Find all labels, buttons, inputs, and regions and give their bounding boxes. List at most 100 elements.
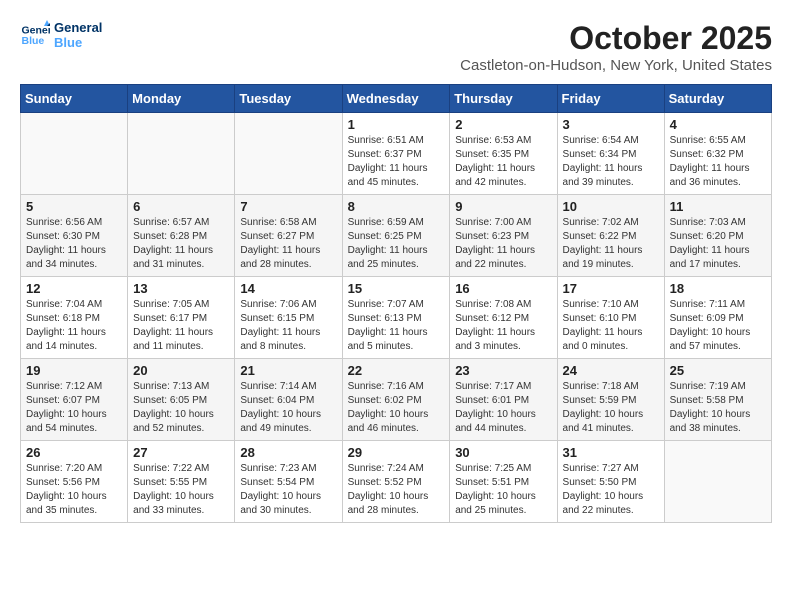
weekday-header-tuesday: Tuesday: [235, 85, 342, 113]
day-info: Sunrise: 7:00 AM Sunset: 6:23 PM Dayligh…: [455, 216, 551, 272]
day-number: 11: [670, 199, 766, 214]
calendar-cell: [235, 113, 342, 195]
calendar-cell: 6 Sunrise: 6:57 AM Sunset: 6:28 PM Daylig…: [128, 195, 235, 277]
logo-icon: General Blue: [20, 20, 50, 50]
calendar-cell: 1Sunrise: 6:51 AM Sunset: 6:37 PM Daylig…: [342, 113, 450, 195]
calendar-cell: 22Sunrise: 7:16 AM Sunset: 6:02 PM Dayli…: [342, 359, 450, 441]
month-title: October 2025: [460, 20, 772, 57]
day-number: 14: [240, 281, 336, 296]
calendar-cell: 14Sunrise: 7:06 AM Sunset: 6:15 PM Dayli…: [235, 277, 342, 359]
day-info: Sunrise: 7:22 AM Sunset: 5:55 PM Dayligh…: [133, 462, 229, 518]
calendar-cell: 23 Sunrise: 7:17 AM Sunset: 6:01 PM Dayli…: [450, 359, 557, 441]
day-info: Sunrise: 6:56 AM Sunset: 6:30 PM Dayligh…: [26, 216, 122, 272]
calendar-cell: 2 Sunrise: 6:53 AM Sunset: 6:35 PM Daylig…: [450, 113, 557, 195]
day-info: Sunrise: 7:11 AM Sunset: 6:09 PM Dayligh…: [670, 298, 766, 354]
day-info: Sunrise: 7:24 AM Sunset: 5:52 PM Dayligh…: [348, 462, 445, 518]
calendar-table: SundayMondayTuesdayWednesdayThursdayFrid…: [20, 84, 772, 523]
calendar-cell: [21, 113, 128, 195]
day-number: 12: [26, 281, 122, 296]
logo-line1: General: [54, 20, 102, 35]
day-info: Sunrise: 7:13 AM Sunset: 6:05 PM Dayligh…: [133, 380, 229, 436]
title-area: October 2025 Castleton-on-Hudson, New Yo…: [460, 20, 772, 74]
weekday-header-saturday: Saturday: [664, 85, 771, 113]
calendar-week-2: 5 Sunrise: 6:56 AM Sunset: 6:30 PM Daylig…: [21, 195, 772, 277]
calendar-cell: 12Sunrise: 7:04 AM Sunset: 6:18 PM Dayli…: [21, 277, 128, 359]
day-number: 25: [670, 363, 766, 378]
calendar-cell: 15Sunrise: 7:07 AM Sunset: 6:13 PM Dayli…: [342, 277, 450, 359]
day-info: Sunrise: 7:19 AM Sunset: 5:58 PM Dayligh…: [670, 380, 766, 436]
day-info: Sunrise: 7:17 AM Sunset: 6:01 PM Dayligh…: [455, 380, 551, 436]
day-number: 29: [348, 445, 445, 460]
day-info: Sunrise: 7:02 AM Sunset: 6:22 PM Dayligh…: [563, 216, 659, 272]
calendar-cell: 26Sunrise: 7:20 AM Sunset: 5:56 PM Dayli…: [21, 441, 128, 523]
day-number: 15: [348, 281, 445, 296]
day-number: 7: [240, 199, 336, 214]
svg-text:Blue: Blue: [22, 35, 45, 47]
day-number: 19: [26, 363, 122, 378]
weekday-header-row: SundayMondayTuesdayWednesdayThursdayFrid…: [21, 85, 772, 113]
calendar-cell: 19Sunrise: 7:12 AM Sunset: 6:07 PM Dayli…: [21, 359, 128, 441]
day-number: 5: [26, 199, 122, 214]
page-header: General Blue General Blue October 2025 C…: [20, 20, 772, 74]
weekday-header-monday: Monday: [128, 85, 235, 113]
calendar-cell: 30Sunrise: 7:25 AM Sunset: 5:51 PM Dayli…: [450, 441, 557, 523]
logo-line2: Blue: [54, 35, 102, 50]
calendar-cell: 9 Sunrise: 7:00 AM Sunset: 6:23 PM Daylig…: [450, 195, 557, 277]
day-info: Sunrise: 6:58 AM Sunset: 6:27 PM Dayligh…: [240, 216, 336, 272]
calendar-cell: 17 Sunrise: 7:10 AM Sunset: 6:10 PM Dayli…: [557, 277, 664, 359]
day-number: 13: [133, 281, 229, 296]
weekday-header-thursday: Thursday: [450, 85, 557, 113]
calendar-cell: 27 Sunrise: 7:22 AM Sunset: 5:55 PM Dayli…: [128, 441, 235, 523]
day-info: Sunrise: 7:20 AM Sunset: 5:56 PM Dayligh…: [26, 462, 122, 518]
day-info: Sunrise: 6:57 AM Sunset: 6:28 PM Dayligh…: [133, 216, 229, 272]
calendar-cell: 8Sunrise: 6:59 AM Sunset: 6:25 PM Daylig…: [342, 195, 450, 277]
calendar-week-1: 1Sunrise: 6:51 AM Sunset: 6:37 PM Daylig…: [21, 113, 772, 195]
day-number: 10: [563, 199, 659, 214]
day-number: 2: [455, 117, 551, 132]
calendar-cell: 3 Sunrise: 6:54 AM Sunset: 6:34 PM Daylig…: [557, 113, 664, 195]
day-info: Sunrise: 7:08 AM Sunset: 6:12 PM Dayligh…: [455, 298, 551, 354]
day-number: 4: [670, 117, 766, 132]
calendar-cell: 4 Sunrise: 6:55 AM Sunset: 6:32 PM Daylig…: [664, 113, 771, 195]
day-number: 1: [348, 117, 445, 132]
calendar-cell: 18Sunrise: 7:11 AM Sunset: 6:09 PM Dayli…: [664, 277, 771, 359]
calendar-week-5: 26Sunrise: 7:20 AM Sunset: 5:56 PM Dayli…: [21, 441, 772, 523]
day-number: 9: [455, 199, 551, 214]
logo: General Blue General Blue: [20, 20, 102, 50]
day-info: Sunrise: 6:59 AM Sunset: 6:25 PM Dayligh…: [348, 216, 445, 272]
day-info: Sunrise: 7:10 AM Sunset: 6:10 PM Dayligh…: [563, 298, 659, 354]
calendar-cell: 31 Sunrise: 7:27 AM Sunset: 5:50 PM Dayli…: [557, 441, 664, 523]
day-info: Sunrise: 6:55 AM Sunset: 6:32 PM Dayligh…: [670, 134, 766, 190]
day-number: 17: [563, 281, 659, 296]
day-number: 20: [133, 363, 229, 378]
calendar-cell: [128, 113, 235, 195]
calendar-cell: 7 Sunrise: 6:58 AM Sunset: 6:27 PM Daylig…: [235, 195, 342, 277]
calendar-cell: 16 Sunrise: 7:08 AM Sunset: 6:12 PM Dayli…: [450, 277, 557, 359]
calendar-cell: 10 Sunrise: 7:02 AM Sunset: 6:22 PM Dayli…: [557, 195, 664, 277]
calendar-cell: 5 Sunrise: 6:56 AM Sunset: 6:30 PM Daylig…: [21, 195, 128, 277]
day-number: 16: [455, 281, 551, 296]
day-number: 23: [455, 363, 551, 378]
day-number: 21: [240, 363, 336, 378]
day-number: 31: [563, 445, 659, 460]
weekday-header-sunday: Sunday: [21, 85, 128, 113]
day-info: Sunrise: 7:23 AM Sunset: 5:54 PM Dayligh…: [240, 462, 336, 518]
calendar-week-4: 19Sunrise: 7:12 AM Sunset: 6:07 PM Dayli…: [21, 359, 772, 441]
calendar-cell: 11Sunrise: 7:03 AM Sunset: 6:20 PM Dayli…: [664, 195, 771, 277]
day-info: Sunrise: 6:53 AM Sunset: 6:35 PM Dayligh…: [455, 134, 551, 190]
calendar-cell: 28 Sunrise: 7:23 AM Sunset: 5:54 PM Dayli…: [235, 441, 342, 523]
day-info: Sunrise: 7:18 AM Sunset: 5:59 PM Dayligh…: [563, 380, 659, 436]
day-number: 24: [563, 363, 659, 378]
day-info: Sunrise: 7:27 AM Sunset: 5:50 PM Dayligh…: [563, 462, 659, 518]
weekday-header-friday: Friday: [557, 85, 664, 113]
day-number: 27: [133, 445, 229, 460]
day-number: 3: [563, 117, 659, 132]
day-info: Sunrise: 6:54 AM Sunset: 6:34 PM Dayligh…: [563, 134, 659, 190]
calendar-cell: 24 Sunrise: 7:18 AM Sunset: 5:59 PM Dayli…: [557, 359, 664, 441]
weekday-header-wednesday: Wednesday: [342, 85, 450, 113]
day-number: 6: [133, 199, 229, 214]
calendar-cell: 13Sunrise: 7:05 AM Sunset: 6:17 PM Dayli…: [128, 277, 235, 359]
calendar-cell: 29 Sunrise: 7:24 AM Sunset: 5:52 PM Dayli…: [342, 441, 450, 523]
day-number: 22: [348, 363, 445, 378]
day-number: 28: [240, 445, 336, 460]
